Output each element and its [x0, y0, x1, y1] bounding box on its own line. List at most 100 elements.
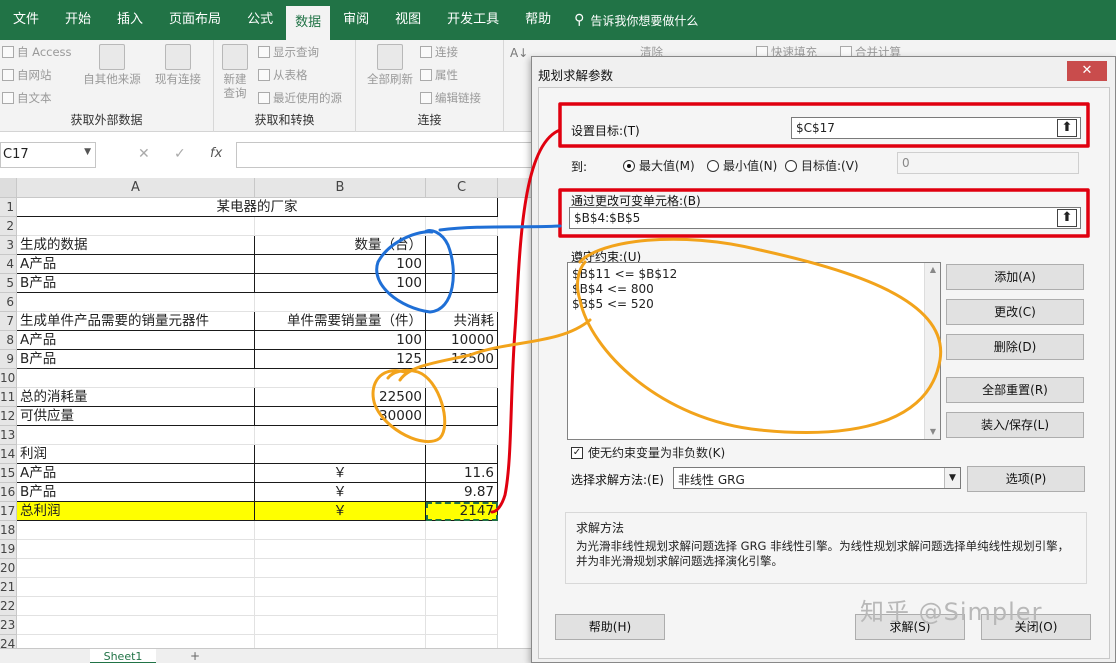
refresh-all-button[interactable]: 全部刷新 [362, 44, 418, 86]
nonnegative-checkbox[interactable]: ✓ 使无约束变量为非负数(K) [571, 444, 725, 461]
cell-b15[interactable]: ￥ [255, 464, 426, 483]
select-all-corner[interactable] [0, 178, 17, 198]
row-header-13[interactable]: 13 [0, 426, 17, 445]
connections-button[interactable]: 连接 [420, 44, 458, 60]
sheet-tab-sheet1[interactable]: Sheet1 [90, 649, 156, 663]
cell-c17[interactable]: 2147 [426, 502, 498, 521]
tab-developer[interactable]: 开发工具 [434, 0, 512, 40]
row-header-24[interactable]: 24 [0, 635, 17, 648]
cell-c3[interactable] [426, 236, 498, 255]
row-header-21[interactable]: 21 [0, 578, 17, 597]
cell-b10[interactable] [255, 369, 426, 388]
row-header-6[interactable]: 6 [0, 293, 17, 312]
add-sheet-icon[interactable]: + [190, 649, 200, 663]
name-box[interactable]: C17 ▼ [0, 142, 96, 168]
cell-a22[interactable] [17, 597, 255, 616]
formula-input[interactable] [236, 142, 540, 168]
cell-a3[interactable]: 生成的数据 [17, 236, 255, 255]
close-icon[interactable]: ✕ [1067, 61, 1107, 81]
cell-b20[interactable] [255, 559, 426, 578]
edit-links-button[interactable]: 编辑链接 [420, 90, 481, 106]
scrollbar[interactable]: ▲ ▼ [924, 263, 940, 439]
row-header-23[interactable]: 23 [0, 616, 17, 635]
row-header-18[interactable]: 18 [0, 521, 17, 540]
cell-c19[interactable] [426, 540, 498, 559]
row-header-22[interactable]: 22 [0, 597, 17, 616]
cell-c15[interactable]: 11.6 [426, 464, 498, 483]
cell-b13[interactable] [255, 426, 426, 445]
cell-a12[interactable]: 可供应量 [17, 407, 255, 426]
column-header-c[interactable]: C [426, 178, 498, 198]
radio-min[interactable]: 最小值(N) [707, 157, 777, 174]
target-value-input[interactable]: 0 [897, 152, 1079, 174]
cell-a2[interactable] [17, 217, 255, 236]
row-header-17[interactable]: 17 [0, 502, 17, 521]
cell-b7[interactable]: 单件需要销量量（件） [255, 312, 426, 331]
row-header-5[interactable]: 5 [0, 274, 17, 293]
enter-check-icon[interactable]: ✓ [174, 146, 186, 162]
cell-c4[interactable] [426, 255, 498, 274]
cell-a4[interactable]: A产品 [17, 255, 255, 274]
radio-max[interactable]: 最大值(M) [623, 157, 695, 174]
row-header-8[interactable]: 8 [0, 331, 17, 350]
cell-b9[interactable]: 125 [255, 350, 426, 369]
cell-c5[interactable] [426, 274, 498, 293]
cell-a23[interactable] [17, 616, 255, 635]
insert-function-icon[interactable]: fx [210, 146, 222, 161]
change-button[interactable]: 更改(C) [946, 299, 1084, 325]
cell-c12[interactable] [426, 407, 498, 426]
cell-b4[interactable]: 100 [255, 255, 426, 274]
cell-a11[interactable]: 总的消耗量 [17, 388, 255, 407]
cell-c23[interactable] [426, 616, 498, 635]
cell-b5[interactable]: 100 [255, 274, 426, 293]
cell-a7[interactable]: 生成单件产品需要的销量元器件 [17, 312, 255, 331]
row-header-4[interactable]: 4 [0, 255, 17, 274]
cell-a18[interactable] [17, 521, 255, 540]
row-header-19[interactable]: 19 [0, 540, 17, 559]
cancel-icon[interactable]: ✕ [138, 146, 150, 162]
cell-c22[interactable] [426, 597, 498, 616]
cell-a20[interactable] [17, 559, 255, 578]
from-access-button[interactable]: 自 Access [2, 44, 72, 60]
cell-a17[interactable]: 总利润 [17, 502, 255, 521]
cell-b22[interactable] [255, 597, 426, 616]
cell-b12[interactable]: 30000 [255, 407, 426, 426]
load-save-button[interactable]: 装入/保存(L) [946, 412, 1084, 438]
column-header-d[interactable] [498, 178, 532, 198]
tab-home[interactable]: 开始 [52, 0, 104, 40]
cell-a16[interactable]: B产品 [17, 483, 255, 502]
collapse-ref-icon[interactable]: ⬆ [1057, 209, 1077, 227]
cell-b16[interactable]: ￥ [255, 483, 426, 502]
row-header-15[interactable]: 15 [0, 464, 17, 483]
method-select[interactable]: 非线性 GRG ▼ [673, 467, 961, 489]
from-table-button[interactable]: 从表格 [258, 67, 308, 83]
chevron-down-icon[interactable]: ▼ [84, 147, 91, 157]
cell-a19[interactable] [17, 540, 255, 559]
row-header-11[interactable]: 11 [0, 388, 17, 407]
from-text-button[interactable]: 自文本 [2, 90, 52, 106]
cell-b2[interactable] [255, 217, 426, 236]
new-query-button[interactable]: 新建 查询 [216, 44, 254, 100]
cell-a24[interactable] [17, 635, 255, 648]
tab-page-layout[interactable]: 页面布局 [156, 0, 234, 40]
cell-a15[interactable]: A产品 [17, 464, 255, 483]
cell-a8[interactable]: A产品 [17, 331, 255, 350]
cell-b3[interactable]: 数量（台） [255, 236, 426, 255]
cell-c20[interactable] [426, 559, 498, 578]
cell-a5[interactable]: B产品 [17, 274, 255, 293]
row-header-16[interactable]: 16 [0, 483, 17, 502]
cell-b24[interactable] [255, 635, 426, 648]
cell-c21[interactable] [426, 578, 498, 597]
sheet-title-cell[interactable]: 某电器的厂家 [17, 198, 498, 217]
row-header-20[interactable]: 20 [0, 559, 17, 578]
cell-c7[interactable]: 共消耗 [426, 312, 498, 331]
help-button[interactable]: 帮助(H) [555, 614, 665, 640]
column-header-a[interactable]: A [17, 178, 255, 198]
other-sources-button[interactable]: 自其他来源 [80, 44, 144, 86]
cell-a21[interactable] [17, 578, 255, 597]
row-header-7[interactable]: 7 [0, 312, 17, 331]
cell-b23[interactable] [255, 616, 426, 635]
cell-b21[interactable] [255, 578, 426, 597]
cell-b11[interactable]: 22500 [255, 388, 426, 407]
cell-a9[interactable]: B产品 [17, 350, 255, 369]
